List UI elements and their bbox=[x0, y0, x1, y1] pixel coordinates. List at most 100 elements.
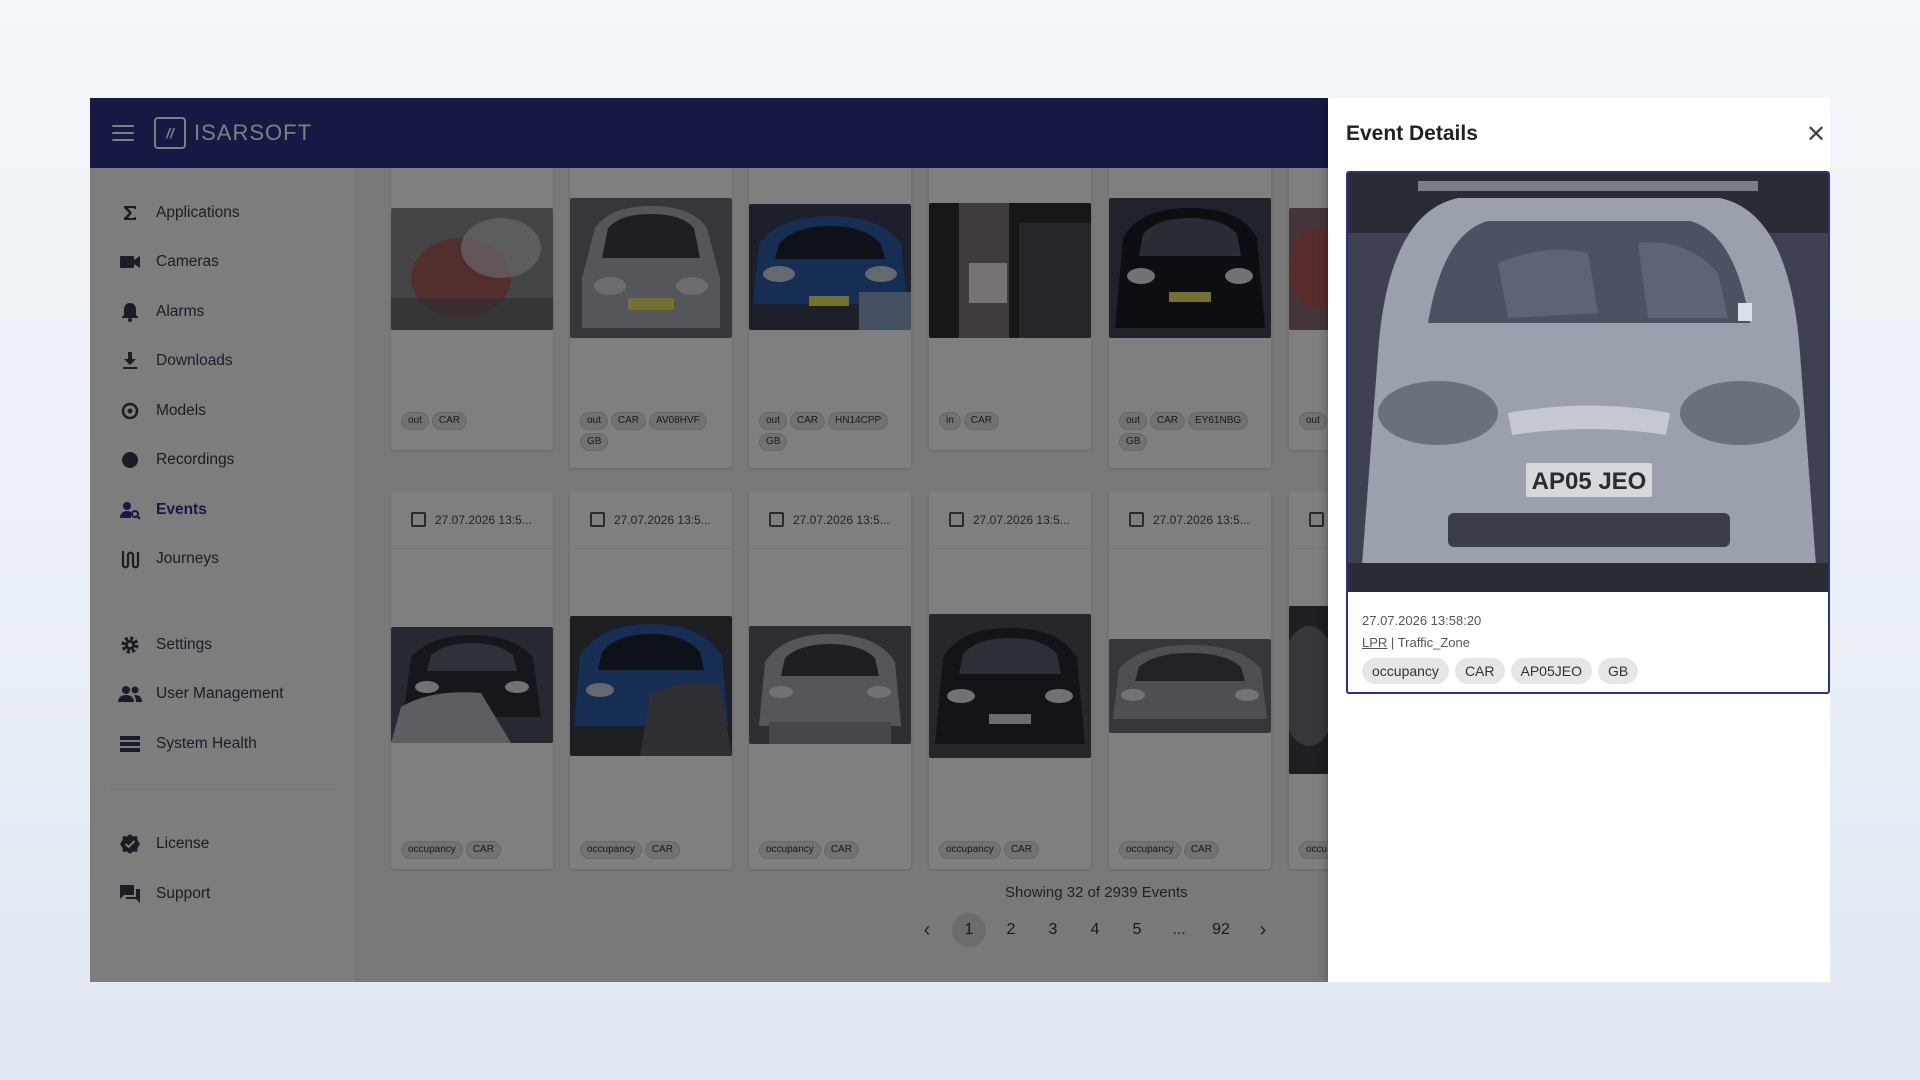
card-date: 27.07.2026 13:5... bbox=[435, 512, 532, 527]
event-detail-card: AP05 JEO 27.07.2026 13:58:20 LPR | Traff… bbox=[1346, 171, 1830, 694]
select-checkbox[interactable] bbox=[769, 512, 784, 527]
event-card[interactable]: out CAR bbox=[391, 168, 553, 450]
sidebar-item-journeys[interactable]: Journeys bbox=[90, 535, 355, 585]
event-card[interactable]: out CAR AV08HVF GB bbox=[570, 168, 732, 468]
page-button[interactable]: 1 bbox=[952, 913, 986, 947]
chip: CAR bbox=[644, 841, 680, 859]
event-meta: LPR | Traffic_Zone bbox=[1362, 635, 1470, 650]
chip: HN14CPP bbox=[828, 412, 889, 430]
sidebar-item-label: License bbox=[156, 835, 210, 853]
chip: out bbox=[401, 412, 429, 430]
chip: CAR bbox=[789, 412, 826, 430]
page-button[interactable]: 2 bbox=[994, 913, 1028, 947]
sidebar-item-alarms[interactable]: Alarms bbox=[90, 287, 355, 337]
journey-icon bbox=[118, 547, 142, 571]
chip: out bbox=[580, 412, 608, 430]
card-chips: out CAR EY61NBG GB bbox=[1119, 412, 1265, 451]
chip: GB bbox=[759, 433, 788, 451]
event-thumbnail bbox=[570, 616, 732, 756]
event-card[interactable]: 27.07.2026 13:5... occupancy CAR bbox=[929, 491, 1091, 869]
sidebar-item-cameras[interactable]: Cameras bbox=[90, 238, 355, 288]
event-chips: occupancy CAR AP05JEO GB bbox=[1362, 658, 1639, 684]
pagination-info: Showing 32 of 2939 Events bbox=[1005, 884, 1188, 901]
sidebar-item-applications[interactable]: Applications bbox=[90, 188, 355, 238]
select-checkbox[interactable] bbox=[949, 512, 964, 527]
panel-title: Event Details bbox=[1346, 122, 1478, 145]
event-type[interactable]: LPR bbox=[1362, 635, 1387, 650]
sidebar-item-label: Journeys bbox=[156, 550, 219, 568]
chip: AV08HVF bbox=[649, 412, 707, 430]
menu-icon[interactable] bbox=[112, 125, 134, 141]
select-checkbox[interactable] bbox=[590, 512, 605, 527]
event-card[interactable]: in CAR bbox=[929, 168, 1091, 450]
card-header: 27.07.2026 13:5... bbox=[1109, 491, 1271, 549]
card-chips: occupancy CAR bbox=[580, 841, 726, 859]
divider bbox=[110, 788, 335, 790]
event-thumbnail bbox=[929, 203, 1091, 338]
event-card[interactable]: 27.07.2026 13:5... occupancy CAR bbox=[1109, 491, 1271, 869]
chip: CAR bbox=[610, 412, 647, 430]
card-chips: in CAR bbox=[939, 412, 1085, 430]
chat-icon bbox=[118, 882, 142, 906]
meta-separator: | bbox=[1390, 635, 1395, 650]
sidebar-item-system-health[interactable]: System Health bbox=[90, 719, 355, 769]
models-icon bbox=[118, 399, 142, 423]
event-card[interactable]: out CAR HN14CPP GB bbox=[749, 168, 911, 468]
page-button[interactable]: 3 bbox=[1036, 913, 1070, 947]
event-card[interactable]: 27.07.2026 13:5... occupancy CAR bbox=[570, 491, 732, 869]
sidebar-item-label: Applications bbox=[156, 203, 240, 221]
page-ellipsis: ... bbox=[1172, 921, 1186, 938]
users-icon bbox=[118, 682, 142, 706]
sidebar-item-events[interactable]: Events bbox=[90, 485, 355, 535]
pagination: ‹ 1 2 3 4 5 ... 92 › bbox=[910, 913, 1288, 947]
chevron-right-icon[interactable]: › bbox=[1246, 913, 1280, 947]
close-icon[interactable]: ✕ bbox=[1802, 120, 1830, 148]
brand-name: ISARSOFT bbox=[194, 120, 313, 145]
chip: out bbox=[759, 412, 787, 430]
sidebar-item-label: System Health bbox=[156, 734, 257, 752]
page-button[interactable]: 5 bbox=[1120, 913, 1154, 947]
select-checkbox[interactable] bbox=[411, 512, 426, 527]
camera-icon bbox=[118, 250, 142, 274]
sidebar-item-user-management[interactable]: User Management bbox=[90, 670, 355, 720]
event-card[interactable]: out CAR EY61NBG GB bbox=[1109, 168, 1271, 468]
sidebar-item-downloads[interactable]: Downloads bbox=[90, 337, 355, 387]
sidebar-item-label: Downloads bbox=[156, 352, 233, 370]
card-chips: out CAR bbox=[401, 412, 547, 430]
sidebar-item-label: Settings bbox=[156, 635, 213, 653]
card-date: 27.07.2026 13:5... bbox=[1153, 512, 1250, 527]
chip: occupancy bbox=[580, 841, 642, 859]
card-date: 27.07.2026 13:5... bbox=[973, 512, 1070, 527]
event-thumbnail bbox=[570, 198, 732, 338]
chip: CAR bbox=[465, 841, 501, 859]
event-card[interactable]: 27.07.2026 13:5... occupancy CAR bbox=[749, 491, 911, 869]
sidebar-item-models[interactable]: Models bbox=[90, 386, 355, 436]
bell-icon bbox=[118, 300, 142, 324]
sidebar: Applications Cameras Alarms Downloads Mo… bbox=[90, 168, 355, 982]
event-card[interactable]: 27.07.2026 13:5... occupancy CAR bbox=[391, 491, 553, 869]
chevron-left-icon[interactable]: ‹ bbox=[910, 913, 944, 947]
select-checkbox[interactable] bbox=[1309, 512, 1324, 527]
sidebar-item-recordings[interactable]: Recordings bbox=[90, 436, 355, 486]
sidebar-item-support[interactable]: Support bbox=[90, 869, 355, 919]
app-window: // ISARSOFT Applications Cameras Alarms … bbox=[90, 98, 1830, 982]
chip: occupancy bbox=[759, 841, 821, 859]
logo-icon: // bbox=[154, 117, 186, 149]
card-chips: out CAR HN14CPP GB bbox=[759, 412, 905, 451]
sidebar-item-license[interactable]: License bbox=[90, 820, 355, 870]
sidebar-item-label: Alarms bbox=[156, 302, 205, 320]
sidebar-item-settings[interactable]: Settings bbox=[90, 620, 355, 670]
chip: in bbox=[939, 412, 961, 430]
event-thumbnail bbox=[929, 614, 1091, 758]
page-button[interactable]: 92 bbox=[1204, 913, 1238, 947]
plate-text: AP05 JEO bbox=[1532, 468, 1647, 495]
record-icon bbox=[118, 448, 142, 472]
sidebar-item-label: Cameras bbox=[156, 253, 219, 271]
brand-logo: // ISARSOFT bbox=[154, 117, 312, 149]
card-chips: occupancy CAR bbox=[939, 841, 1085, 859]
event-zone: Traffic_Zone bbox=[1397, 635, 1470, 650]
gear-icon bbox=[118, 633, 142, 657]
select-checkbox[interactable] bbox=[1129, 512, 1144, 527]
page-button[interactable]: 4 bbox=[1078, 913, 1112, 947]
